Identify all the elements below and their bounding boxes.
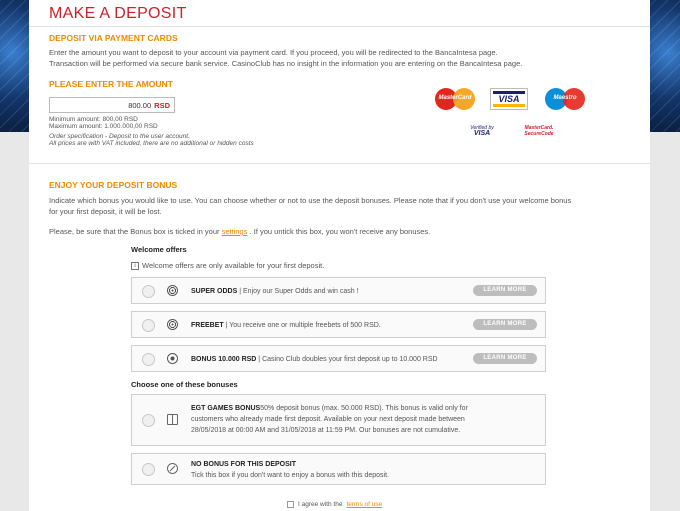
bonus-desc-line: for your first deposit, it will be lost. [49,207,162,216]
gift-icon [167,414,178,425]
option-desc: | Casino Club doubles your first deposit… [256,356,438,363]
deposit-panel: MAKE A DEPOSIT DEPOSIT VIA PAYMENT CARDS… [29,0,650,511]
divider [29,26,650,27]
option-text: NO BONUS FOR THIS DEPOSIT Tick this box … [191,459,389,481]
amount-input[interactable]: 800.00 RSD [49,97,175,113]
terms-agreement: I agree with the terms of use [287,501,382,508]
radio-button[interactable] [142,285,155,298]
option-desc: 28/05/2018 at 00:00 AM and 31/05/2018 at… [191,427,461,434]
learn-more-button[interactable]: LEARN MORE [473,285,537,296]
bonus-option-super-odds[interactable]: SUPER ODDS | Enjoy our Super Odds and wi… [131,277,546,304]
currency-label: RSD [154,100,170,110]
verified-visa-text: VISA [473,130,491,137]
terms-checkbox[interactable] [287,501,294,508]
option-text: EGT GAMES BONUS50% deposit bonus (max. 5… [191,403,468,436]
radio-button[interactable] [142,353,155,366]
option-name: BONUS 10.000 RSD [191,356,257,363]
learn-more-button[interactable]: LEARN MORE [473,319,537,330]
terms-of-use-link[interactable]: terms of use [346,501,382,508]
welcome-offers-heading: Welcome offers [131,245,187,254]
maestro-logo-text: Maestro [553,95,577,101]
visa-logo: VISA [490,88,528,110]
bonus-option-no-bonus[interactable]: NO BONUS FOR THIS DEPOSIT Tick this box … [131,453,546,485]
divider [29,163,650,164]
bonus-option-freebet[interactable]: FREEBET | You receive one or multiple fr… [131,311,546,338]
radio-button[interactable] [142,414,155,427]
option-desc: | Enjoy our Super Odds and win cash ! [237,288,359,295]
learn-more-button[interactable]: LEARN MORE [473,353,537,364]
verified-by-visa-logo: Verified by VISA [465,125,499,139]
welcome-info: i Welcome offers are only available for … [131,261,324,270]
option-desc: | You receive one or multiple freebets o… [223,322,381,329]
terms-text: I agree with the [298,501,343,508]
bonus-heading: ENJOY YOUR DEPOSIT BONUS [49,180,178,190]
option-name: NO BONUS FOR THIS DEPOSIT [191,461,297,468]
option-desc: customers who already made first deposit… [191,416,465,423]
page-title: MAKE A DEPOSIT [49,5,187,22]
payment-desc-line: Enter the amount you want to deposit to … [49,48,498,57]
radio-button[interactable] [142,319,155,332]
option-text: FREEBET | You receive one or multiple fr… [191,320,381,331]
ball-icon [167,285,178,296]
note-text: Please, be sure that the Bonus box is ti… [49,227,220,236]
settings-link[interactable]: settings [222,227,248,236]
info-icon: i [131,261,139,270]
note-text: . If you untick this box, you won't rece… [249,227,431,236]
bonus-settings-note: Please, be sure that the Bonus box is ti… [49,226,430,237]
option-name: EGT GAMES BONUS [191,405,261,412]
choose-bonus-heading: Choose one of these bonuses [131,380,238,389]
mastercard-logo-text: MasterCard [438,95,472,101]
bonus-desc-line: Indicate which bonus you would like to u… [49,196,572,205]
payment-desc-line: Transaction will be performed via secure… [49,59,523,68]
maestro-logo: Maestro [545,88,585,110]
amount-heading: PLEASE ENTER THE AMOUNT [49,79,173,89]
chip-icon [167,353,178,364]
option-desc: 50% deposit bonus (max. 50.000 RSD). Thi… [260,405,468,412]
option-name: FREEBET [191,322,224,329]
bonus-option-bonus-10000[interactable]: BONUS 10.000 RSD | Casino Club doubles y… [131,345,546,372]
amount-value[interactable]: 800.00 [128,101,151,110]
mastercard-securecode-logo: MasterCard. SecureCode [520,125,558,139]
block-icon [167,463,178,474]
option-text: BONUS 10.000 RSD | Casino Club doubles y… [191,354,438,365]
option-desc: Tick this box if you don't want to enjoy… [191,472,389,479]
bonus-description: Indicate which bonus you would like to u… [49,195,571,217]
welcome-info-text: Welcome offers are only available for yo… [142,261,325,270]
payment-description: Enter the amount you want to deposit to … [49,47,522,69]
radio-button[interactable] [142,463,155,476]
visa-logo-text: VISA [498,94,520,104]
option-text: SUPER ODDS | Enjoy our Super Odds and wi… [191,286,359,297]
payment-cards-heading: DEPOSIT VIA PAYMENT CARDS [49,33,178,43]
max-amount: Maximum amount: 1.000.000,00 RSD [49,123,158,130]
ball-icon [167,319,178,330]
securecode-text: SecureCode [524,131,554,137]
vat-note: All prices are with VAT included, there … [49,140,254,147]
mastercard-logo: MasterCard [435,88,475,110]
option-name: SUPER ODDS [191,288,238,295]
bonus-option-egt-games[interactable]: EGT GAMES BONUS50% deposit bonus (max. 5… [131,394,546,446]
